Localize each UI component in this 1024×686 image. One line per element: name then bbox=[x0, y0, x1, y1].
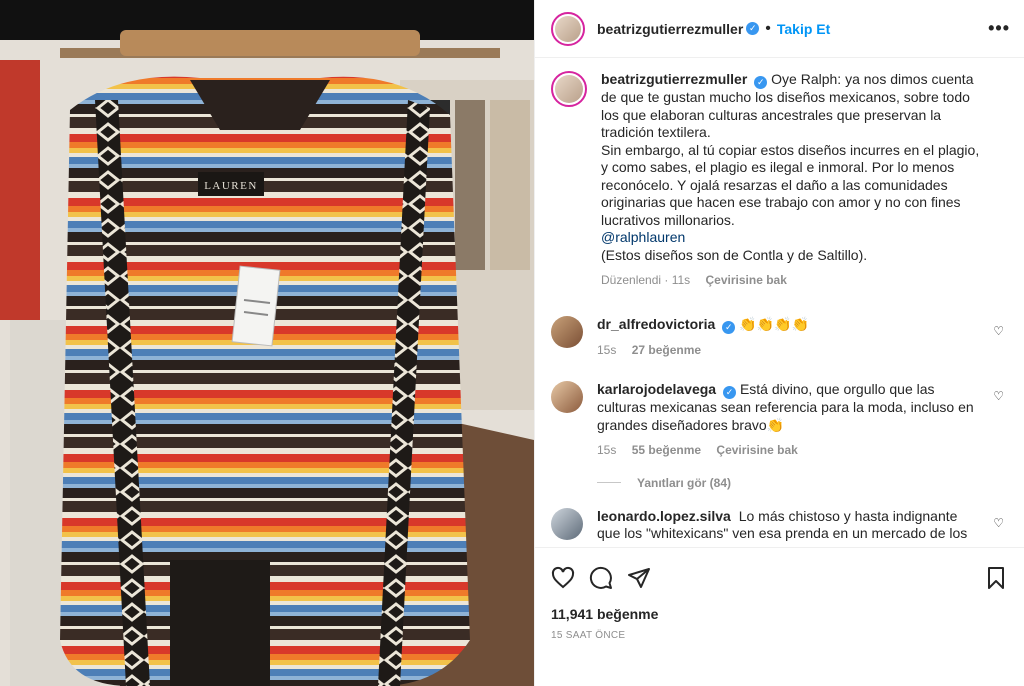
replies-line bbox=[597, 482, 621, 483]
caption-meta: Düzenlendi · 11s Çevirisine bak bbox=[601, 272, 984, 290]
comment-heart-icon[interactable]: ♡ bbox=[993, 324, 1004, 338]
verified-icon: ✓ bbox=[723, 386, 737, 399]
comment-meta: 15s 27 beğenme bbox=[597, 342, 984, 360]
comment-item: dr_alfredovictoria ✓ 👏👏👏👏 15s 27 beğenme … bbox=[551, 315, 1008, 360]
comment-body: karlarojodelavega ✓ Está divino, que orgu… bbox=[597, 381, 1008, 460]
verified-icon: ✓ bbox=[754, 76, 768, 89]
likes-count[interactable]: 11,941 beğenme bbox=[551, 606, 1008, 622]
comment-meta: 15s 55 beğenme Çevirisine bak bbox=[597, 442, 984, 460]
post-actions: 11,941 beğenme 15 SAAT ÖNCE bbox=[535, 547, 1024, 641]
separator-dot: • bbox=[765, 19, 771, 37]
comment-likes[interactable]: 55 beğenme bbox=[632, 443, 701, 457]
commenter-username[interactable]: karlarojodelavega bbox=[597, 381, 716, 397]
follow-button[interactable]: Takip Et bbox=[777, 21, 830, 37]
replies-label[interactable]: Yanıtları gör (84) bbox=[637, 476, 731, 490]
cardigan-image: LAUREN bbox=[0, 0, 534, 686]
comment-body: dr_alfredovictoria ✓ 👏👏👏👏 15s 27 beğenme bbox=[597, 316, 1008, 360]
mention-link[interactable]: @ralphlauren bbox=[601, 229, 685, 245]
translate-link[interactable]: Çevirisine bak bbox=[706, 273, 787, 287]
commenter-username[interactable]: leonardo.lopez.silva bbox=[597, 508, 731, 524]
caption-paragraph-3: (Estos diseños son de Contla y de Saltil… bbox=[601, 246, 868, 263]
comment-icon[interactable] bbox=[589, 566, 613, 595]
commenter-username[interactable]: dr_alfredovictoria bbox=[597, 316, 715, 332]
share-icon[interactable] bbox=[627, 566, 651, 595]
comment-heart-icon[interactable]: ♡ bbox=[993, 516, 1004, 530]
instagram-post-modal: LAUREN beatrizgutierrezmuller ✓ • Takip … bbox=[0, 0, 1024, 686]
author-avatar[interactable] bbox=[551, 11, 585, 46]
post-header: beatrizgutierrezmuller ✓ • Takip Et ••• bbox=[535, 0, 1024, 58]
caption-text: beatrizgutierrezmuller ✓ Oye Ralph: ya no… bbox=[601, 71, 1008, 290]
post-photo: LAUREN bbox=[0, 0, 534, 686]
commenter-avatar[interactable] bbox=[551, 381, 583, 413]
comment-time: 15s bbox=[597, 443, 617, 457]
commenter-avatar[interactable] bbox=[551, 315, 583, 348]
view-replies-button[interactable]: Yanıtları gör (84) bbox=[597, 476, 1008, 490]
author-username[interactable]: beatrizgutierrezmuller bbox=[597, 21, 743, 37]
verified-icon: ✓ bbox=[746, 22, 760, 35]
post-time: 15 SAAT ÖNCE bbox=[551, 630, 626, 641]
comment-item: karlarojodelavega ✓ Está divino, que orgu… bbox=[551, 381, 1008, 460]
comment-item: leonardo.lopez.silva Lo más chistoso y h… bbox=[551, 507, 1008, 543]
post-caption: beatrizgutierrezmuller ✓ Oye Ralph: ya no… bbox=[551, 71, 1008, 290]
commenter-avatar[interactable] bbox=[551, 507, 583, 540]
caption-username[interactable]: beatrizgutierrezmuller bbox=[601, 71, 747, 87]
more-icon[interactable]: ••• bbox=[988, 18, 1010, 39]
translate-link[interactable]: Çevirisine bak bbox=[716, 443, 797, 457]
comment-time: 15s bbox=[597, 342, 617, 357]
action-icons bbox=[551, 566, 1008, 594]
caption-edited: Düzenlendi · 11s bbox=[601, 273, 691, 287]
bookmark-icon[interactable] bbox=[984, 566, 1008, 595]
caption-paragraph-2: Sin embargo, al tú copiar estos diseños … bbox=[601, 141, 980, 228]
comment-heart-icon[interactable]: ♡ bbox=[993, 389, 1004, 403]
comment-body: leonardo.lopez.silva Lo más chistoso y h… bbox=[597, 508, 1008, 543]
comments-list[interactable]: beatrizgutierrezmuller ✓ Oye Ralph: ya no… bbox=[535, 59, 1024, 546]
post-panel: beatrizgutierrezmuller ✓ • Takip Et ••• … bbox=[534, 0, 1024, 686]
heart-icon[interactable] bbox=[551, 566, 575, 595]
brand-label: LAUREN bbox=[204, 180, 258, 192]
caption-avatar[interactable] bbox=[551, 71, 587, 107]
comment-likes[interactable]: 27 beğenme bbox=[632, 343, 701, 357]
comment-text: 👏👏👏👏 bbox=[739, 315, 809, 332]
verified-icon: ✓ bbox=[722, 320, 736, 334]
